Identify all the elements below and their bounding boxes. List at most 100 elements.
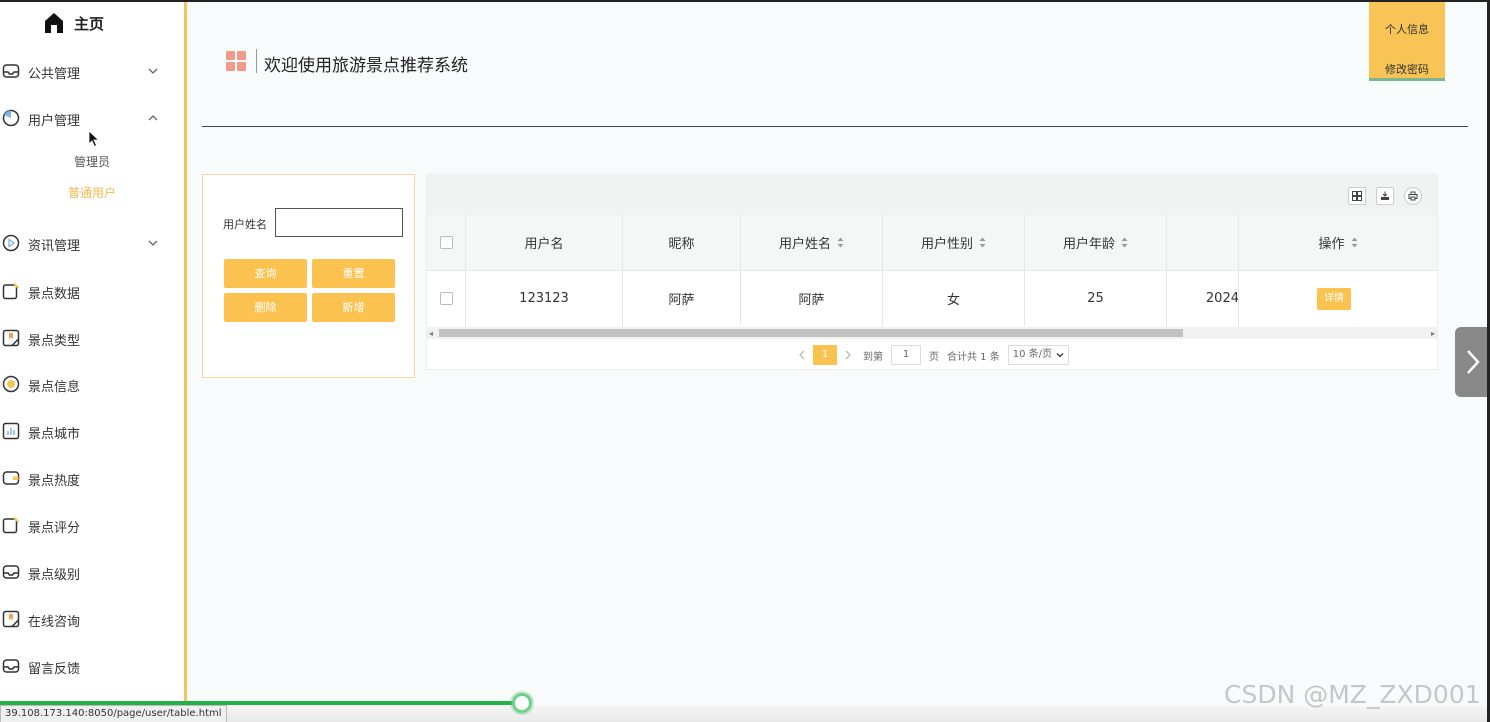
- next-page-icon[interactable]: [843, 350, 853, 360]
- sort-icon: [979, 237, 986, 248]
- sidebar-item-scenic-popularity[interactable]: 景点热度: [0, 463, 184, 493]
- sidebar-item-scenic-info[interactable]: 景点信息: [0, 369, 184, 399]
- search-label: 用户姓名: [223, 218, 267, 231]
- user-menu: 个人信息 修改密码: [1369, 2, 1445, 81]
- sort-icon: [1351, 237, 1357, 248]
- sidebar-item-label: 公共管理: [28, 67, 81, 82]
- page-size-value: 10 条/页: [1012, 349, 1053, 360]
- horizontal-scrollbar[interactable]: ◂ ▸: [427, 327, 1437, 339]
- column-header-label: 用户性别: [920, 237, 973, 252]
- sort-icon: [1121, 237, 1128, 248]
- export-icon: [1381, 191, 1389, 200]
- sidebar-item-label: 在线咨询: [28, 615, 81, 630]
- select-all-cell: [427, 215, 466, 270]
- column-header-age[interactable]: 用户年龄: [1025, 215, 1167, 270]
- status-url: 39.108.173.140:8050/page/user/table.html: [0, 705, 227, 722]
- inbox-icon: [2, 64, 20, 78]
- scroll-right-icon[interactable]: ▸: [1431, 329, 1435, 338]
- column-header-actions[interactable]: 操作: [1238, 215, 1437, 270]
- table-row: 123123 阿萨 阿萨 女 25 2024 详情: [427, 271, 1437, 326]
- sidebar-item-scenic-type[interactable]: 景点类型: [0, 323, 184, 353]
- change-password-link[interactable]: 修改密码: [1369, 61, 1445, 77]
- reset-button[interactable]: 重置: [312, 259, 395, 288]
- submenu-item-regular-user[interactable]: 普通用户: [0, 184, 184, 201]
- window-top-border: [0, 0, 1490, 2]
- search-panel: 用户姓名 查询 重置 删除 新增: [202, 174, 415, 378]
- next-panel-button[interactable]: [1455, 327, 1490, 397]
- sidebar-item-scenic-level[interactable]: 景点级别: [0, 557, 184, 587]
- print-button[interactable]: [1404, 187, 1422, 205]
- column-header-gender[interactable]: 用户性别: [883, 215, 1025, 270]
- column-header-label: 用户姓名: [778, 237, 831, 252]
- row-select-cell: [427, 271, 466, 326]
- sidebar-item-public-management[interactable]: 公共管理: [0, 56, 184, 86]
- app-logo-icon: [226, 51, 246, 71]
- sidebar-item-scenic-city[interactable]: 景点城市: [0, 416, 184, 446]
- column-header-name[interactable]: 用户姓名: [741, 215, 883, 270]
- app-window: 主页 公共管理 用户管理 管理员 普通用户 资讯管理 景点数据 景点类型 景点信…: [0, 0, 1490, 722]
- data-table-panel: 用户名 昵称 用户姓名 用户性别 用户年龄 操作 123123 阿萨 阿萨 女 …: [426, 174, 1438, 370]
- pie-chart-icon: [2, 109, 20, 127]
- home-link[interactable]: 主页: [44, 12, 104, 34]
- cell-name: 阿萨: [741, 271, 883, 326]
- bookmark-icon: [2, 610, 20, 628]
- scroll-left-icon[interactable]: ◂: [429, 329, 433, 338]
- query-button[interactable]: 查询: [224, 259, 307, 288]
- select-all-checkbox[interactable]: [439, 236, 453, 249]
- current-page-button[interactable]: 1: [813, 345, 837, 365]
- header-divider: [202, 126, 1468, 127]
- export-button[interactable]: [1376, 187, 1394, 205]
- inbox-icon: [2, 565, 20, 579]
- mouse-cursor-icon: [88, 130, 100, 148]
- sort-icon: [837, 237, 844, 248]
- sidebar-item-user-management[interactable]: 用户管理: [0, 103, 184, 133]
- bar-chart-icon: [2, 422, 20, 440]
- page-size-select[interactable]: 10 条/页: [1007, 345, 1070, 365]
- sidebar-item-label: 景点数据: [28, 287, 81, 302]
- profile-link[interactable]: 个人信息: [1369, 21, 1445, 37]
- sidebar-item-label: 景点评分: [28, 521, 81, 536]
- goto-label: 到第: [863, 351, 883, 363]
- grid-columns-icon: [1352, 191, 1362, 201]
- sidebar-item-label: 资讯管理: [28, 239, 81, 254]
- delete-button[interactable]: 删除: [224, 293, 307, 322]
- title-divider: [256, 49, 257, 73]
- wallet-icon: [2, 471, 20, 485]
- submenu-item-admin[interactable]: 管理员: [0, 153, 184, 170]
- sidebar-item-label: 景点信息: [28, 380, 81, 395]
- sidebar-item-online-consult[interactable]: 在线咨询: [0, 604, 184, 634]
- sidebar-item-scenic-rating[interactable]: 景点评分: [0, 510, 184, 540]
- goto-page-input[interactable]: 1: [891, 345, 921, 365]
- column-header-nickname: 昵称: [623, 215, 741, 270]
- column-header-truncated: [1167, 215, 1239, 270]
- row-checkbox[interactable]: [439, 292, 453, 305]
- chevron-up-icon: [148, 115, 158, 121]
- scrollbar-thumb[interactable]: [439, 329, 1183, 337]
- sidebar-item-feedback[interactable]: 留言反馈: [0, 651, 184, 681]
- detail-button[interactable]: 详情: [1317, 287, 1351, 310]
- sidebar-item-scenic-data[interactable]: 景点数据: [0, 276, 184, 306]
- bookmark-icon: [2, 329, 20, 347]
- table-toolbar: [427, 175, 1437, 215]
- cell-gender: 女: [883, 271, 1025, 326]
- page-title: 欢迎使用旅游景点推荐系统: [264, 56, 468, 76]
- cell-actions: 详情: [1238, 271, 1437, 326]
- sidebar-item-label: 景点级别: [28, 568, 81, 583]
- cell-age: 25: [1025, 271, 1167, 326]
- sidebar-item-news-management[interactable]: 资讯管理: [0, 228, 184, 258]
- table-header: 用户名 昵称 用户姓名 用户性别 用户年龄 操作: [427, 215, 1437, 271]
- name-search-input[interactable]: [275, 208, 403, 237]
- cell-username: 123123: [466, 271, 623, 326]
- progress-handle[interactable]: [512, 693, 532, 713]
- sidebar-item-label: 景点热度: [28, 474, 81, 489]
- chevron-down-icon: [148, 240, 158, 246]
- sidebar-item-label: 景点类型: [28, 334, 81, 349]
- prev-page-icon[interactable]: [797, 350, 807, 360]
- column-header-label: 用户年龄: [1062, 237, 1115, 252]
- cell-date-truncated: 2024: [1205, 291, 1239, 306]
- columns-filter-button[interactable]: [1348, 187, 1366, 205]
- cell-nickname: 阿萨: [623, 271, 741, 326]
- add-button[interactable]: 新增: [312, 293, 395, 322]
- watermark: CSDN @MZ_ZXD001: [1224, 680, 1481, 709]
- play-circle-icon: [2, 234, 20, 252]
